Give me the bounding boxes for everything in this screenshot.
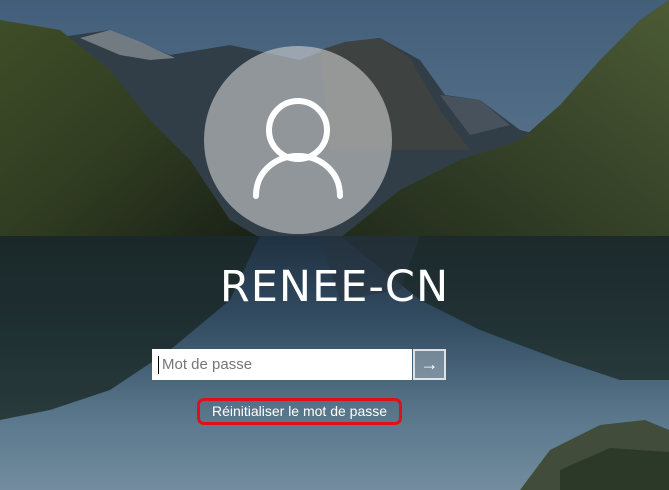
user-silhouette-icon: [253, 98, 343, 199]
reset-password-link[interactable]: Réinitialiser le mot de passe: [197, 398, 402, 425]
password-input[interactable]: [152, 349, 412, 380]
user-avatar: [204, 46, 392, 234]
username-label: RENEE-CN: [219, 262, 450, 312]
arrow-right-icon: →: [420, 354, 439, 374]
submit-button[interactable]: →: [413, 349, 446, 380]
text-caret: [158, 356, 159, 374]
